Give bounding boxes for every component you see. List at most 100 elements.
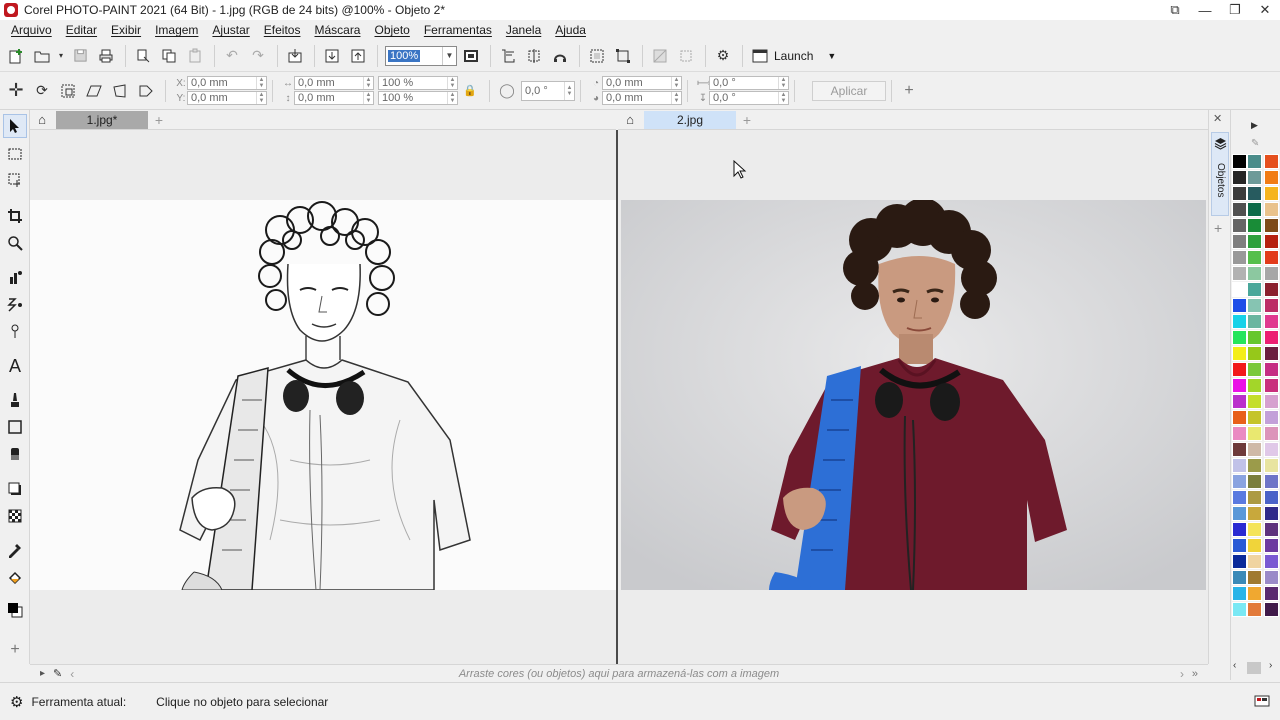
color-swatch[interactable] [1232,410,1247,425]
color-swatch[interactable] [1264,362,1279,377]
color-swatch[interactable] [1232,170,1247,185]
color-swatch[interactable] [1247,202,1262,217]
color-swatch[interactable] [1232,218,1247,233]
color-swatch[interactable] [1264,554,1279,569]
lock-ratio-icon[interactable]: 🔒 [458,79,482,103]
palette-eyedropper-icon[interactable]: ✎ [1251,138,1259,149]
skew-horizontal-field[interactable]: 0,0 ° ▲ ▼ [709,76,789,90]
corel-app-icon[interactable] [4,3,18,17]
color-swatch[interactable] [1232,394,1247,409]
color-swatch[interactable] [1232,378,1247,393]
snap-to-icon[interactable] [548,44,572,68]
colorbar-scroll-right-icon[interactable]: › [1180,667,1184,681]
home-icon[interactable]: ⌂ [620,110,640,130]
eyedropper-tool-icon[interactable] [3,538,27,562]
menu-arquivo[interactable]: Arquivo [4,23,59,37]
color-swatch[interactable] [1247,234,1262,249]
palette-scrollbar-thumb[interactable] [1247,662,1261,674]
clip-mask-icon[interactable] [674,44,698,68]
gear-icon[interactable]: ⚙ [711,44,735,68]
color-swatch[interactable] [1264,426,1279,441]
full-screen-preview-icon[interactable] [459,44,483,68]
menu-imagem[interactable]: Imagem [148,23,205,37]
scale-mode-icon[interactable] [56,79,80,103]
color-swatch[interactable] [1232,490,1247,505]
add-docker-icon[interactable]: + [1214,220,1222,236]
pick-tool-icon[interactable] [3,114,27,138]
color-swatch[interactable] [1247,282,1262,297]
color-swatch[interactable] [1247,538,1262,553]
color-swatch[interactable] [1247,586,1262,601]
rotate-mode-icon[interactable]: ⟳ [30,79,54,103]
color-swatch[interactable] [1232,554,1247,569]
color-swatch[interactable] [1247,442,1262,457]
open-folder-icon[interactable] [30,44,54,68]
color-swatch[interactable] [1232,346,1247,361]
color-swatch[interactable] [1264,442,1279,457]
color-swatch[interactable] [1247,554,1262,569]
color-swatch[interactable] [1264,298,1279,313]
center-y-field[interactable]: 0,0 mm ▲ ▼ [602,91,682,105]
color-swatch[interactable] [1247,362,1262,377]
color-swatch[interactable] [1232,202,1247,217]
crop-tool-icon[interactable] [3,204,27,228]
color-swatch[interactable] [1247,410,1262,425]
color-swatch[interactable] [1264,602,1279,617]
color-swatch[interactable] [1264,330,1279,345]
color-swatch[interactable] [1232,426,1247,441]
import-icon[interactable] [283,44,307,68]
mask-overlay-icon[interactable] [648,44,672,68]
color-swatch[interactable] [1264,410,1279,425]
color-swatch[interactable] [1247,250,1262,265]
show-object-marquee-icon[interactable] [611,44,635,68]
mask-transform-tool-icon[interactable] [3,168,27,192]
color-swatch[interactable] [1232,234,1247,249]
open-dropdown-icon[interactable]: ▾ [56,44,66,68]
color-swatch[interactable] [1232,602,1247,617]
color-swatch[interactable] [1247,522,1262,537]
color-swatch[interactable] [1247,346,1262,361]
launch-button[interactable]: Launch ▼ [752,49,836,63]
color-swatch[interactable] [1247,186,1262,201]
color-swatch[interactable] [1232,330,1247,345]
color-swatch[interactable] [1264,154,1279,169]
undo-icon[interactable]: ↶ [220,44,244,68]
palette-scroll-right-icon[interactable]: › [1269,660,1272,671]
cut-icon[interactable] [131,44,155,68]
color-swatch[interactable] [1232,442,1247,457]
close-docker-icon[interactable]: ✕ [1213,112,1222,125]
paint-tool-icon[interactable] [3,388,27,412]
drop-shadow-tool-icon[interactable] [3,477,27,501]
minimize-button[interactable]: — [1190,0,1220,20]
palette-expand-icon[interactable]: ▶ [1251,120,1258,131]
restore-down-button[interactable]: ⧉ [1160,0,1190,20]
menu-exibir[interactable]: Exibir [104,23,148,37]
color-swatch[interactable] [1264,506,1279,521]
photo-image-canvas[interactable] [621,200,1206,590]
color-swatch[interactable] [1264,394,1279,409]
height-field[interactable]: 0,0 mm ▲ ▼ [294,91,374,105]
color-swatch[interactable] [1264,186,1279,201]
print-icon[interactable] [94,44,118,68]
save-icon[interactable] [68,44,92,68]
import-down-icon[interactable] [320,44,344,68]
color-swatch[interactable] [1232,186,1247,201]
center-x-field[interactable]: 0,0 mm ▲ ▼ [602,76,682,90]
menu-efeitos[interactable]: Efeitos [257,23,308,37]
tab-2-jpg[interactable]: 2.jpg [644,110,736,129]
color-swatch[interactable] [1264,570,1279,585]
color-swatch[interactable] [1247,298,1262,313]
color-swatch[interactable] [1264,202,1279,217]
color-swatch[interactable] [1264,218,1279,233]
skew-vertical-field[interactable]: 0,0 ° ▲ ▼ [709,91,789,105]
color-swatch[interactable] [1232,506,1247,521]
color-swatch[interactable] [1232,458,1247,473]
text-tool-icon[interactable]: A [3,354,27,378]
color-swatch[interactable] [1264,266,1279,281]
color-swatch[interactable] [1264,458,1279,473]
color-swatch[interactable] [1264,346,1279,361]
color-swatch[interactable] [1247,170,1262,185]
menu-janela[interactable]: Janela [499,23,548,37]
copy-icon[interactable] [157,44,181,68]
color-swatch[interactable] [1247,154,1262,169]
